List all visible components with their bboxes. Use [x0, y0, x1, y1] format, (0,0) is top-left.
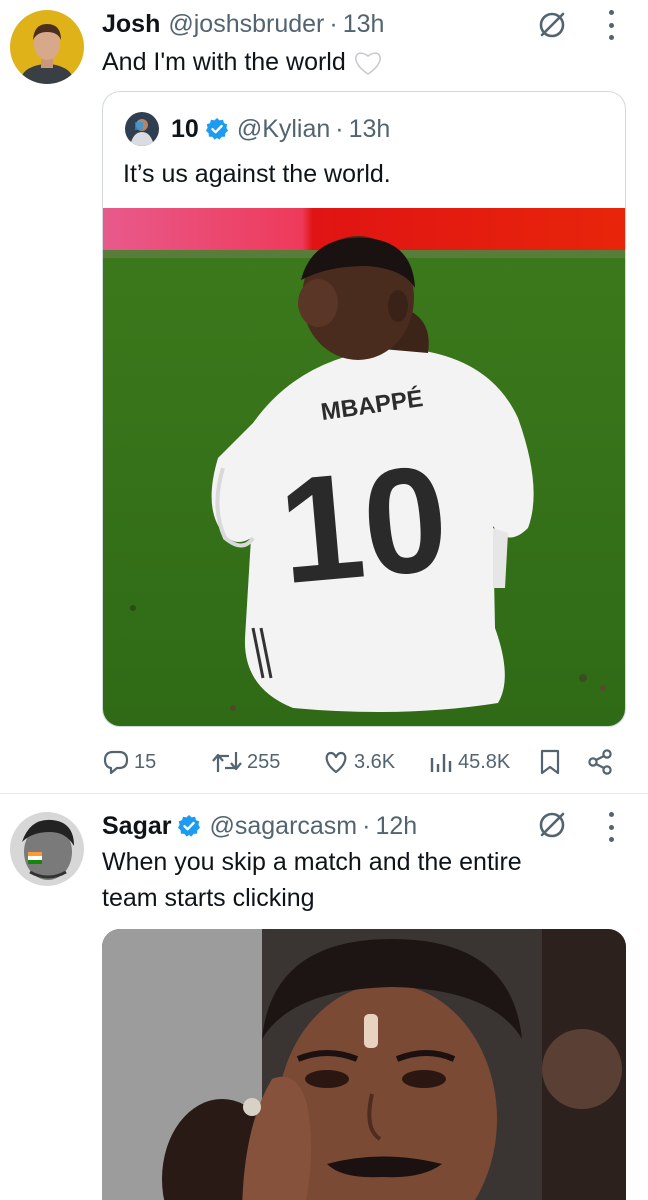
more-options-icon[interactable] [606, 10, 616, 40]
quote-author-handle[interactable]: @Kylian [237, 115, 330, 144]
tweet-text: When you skip a match and the entire tea… [102, 844, 522, 916]
tweet-sagar[interactable]: Sagar @sagarcasm · 12h When you skip a m… [0, 794, 648, 1200]
bookmark-button[interactable] [538, 746, 566, 778]
author-name[interactable]: Sagar [102, 812, 171, 841]
retweet-button[interactable]: 255 [211, 746, 280, 778]
quote-text: It’s us against the world. [123, 160, 391, 188]
tweet-time[interactable]: 12h [375, 812, 417, 841]
quote-tweet-card[interactable]: 10 @Kylian · 13h It’s us against the wor… [102, 91, 626, 727]
verified-badge-icon [177, 814, 201, 838]
author-name[interactable]: Josh [102, 10, 160, 39]
avatar-sagar[interactable] [10, 812, 84, 886]
share-icon [588, 749, 612, 775]
verified-badge-icon [205, 117, 229, 141]
grok-icon[interactable] [537, 810, 567, 840]
grok-icon[interactable] [537, 10, 567, 40]
quote-time[interactable]: 13h [349, 115, 391, 144]
bookmark-icon [540, 749, 560, 775]
share-button[interactable] [586, 746, 618, 778]
more-options-icon[interactable] [606, 812, 616, 842]
avatar-josh[interactable] [10, 10, 84, 84]
like-icon [325, 751, 347, 774]
reply-button[interactable]: 15 [102, 746, 156, 778]
author-handle[interactable]: @joshsbruder [168, 10, 324, 39]
avatar-kylian[interactable] [125, 112, 159, 146]
tweet-text-line: When you skip a match and the entire [102, 848, 522, 876]
views-count: 45.8K [458, 750, 511, 773]
tweet-text-line: team starts clicking [102, 884, 315, 912]
like-button[interactable]: 3.6K [322, 746, 395, 778]
views-button[interactable]: 45.8K [428, 746, 510, 778]
views-icon [430, 754, 452, 772]
retweet-count: 255 [247, 750, 281, 773]
reply-icon [103, 750, 129, 775]
quote-photo[interactable]: MBAPPÉ 10 [103, 208, 625, 726]
tweet-text: And I'm with the world [102, 44, 384, 80]
author-handle[interactable]: @sagarcasm [209, 812, 357, 841]
separator-dot: · [362, 811, 371, 840]
white-heart-emoji [352, 47, 384, 77]
jersey-number: 10 [273, 433, 454, 615]
tweet-text-content: And I'm with the world [102, 48, 346, 76]
tweet-josh[interactable]: Josh @joshsbruder · 13h And I'm with the… [0, 0, 648, 793]
quote-author-name[interactable]: 10 [171, 115, 199, 144]
separator-dot: · [335, 114, 344, 143]
retweet-icon [212, 752, 242, 772]
separator-dot: · [329, 9, 338, 38]
tweet-actions: 15 255 3.6K 45.8K [102, 746, 622, 778]
tweet-time[interactable]: 13h [343, 10, 385, 39]
tweet-media[interactable] [102, 929, 626, 1200]
reply-count: 15 [134, 750, 157, 773]
like-count: 3.6K [354, 750, 396, 773]
